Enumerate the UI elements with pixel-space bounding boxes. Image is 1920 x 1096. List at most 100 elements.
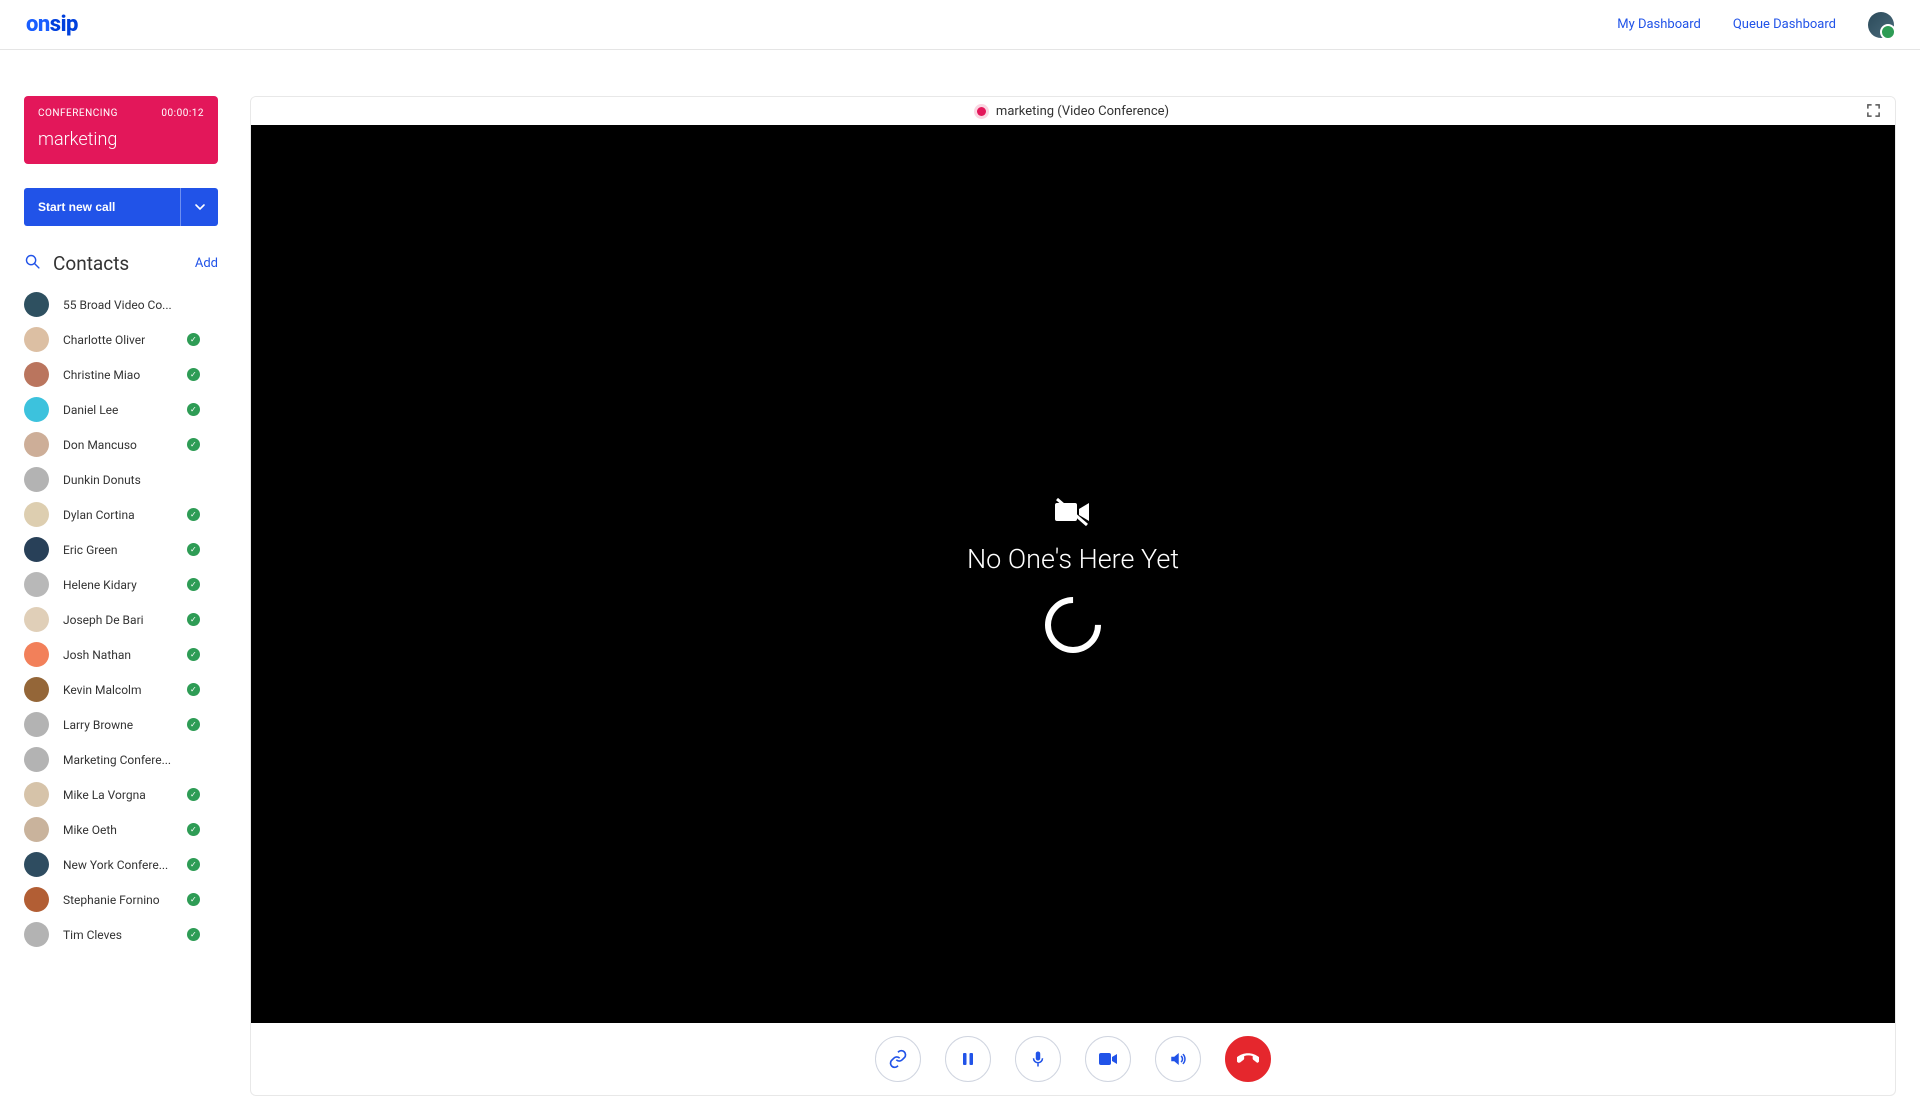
- camera-icon: [1098, 1052, 1118, 1066]
- start-new-call-dropdown[interactable]: [180, 188, 218, 226]
- add-contact-link[interactable]: Add: [195, 256, 218, 271]
- contact-name: Mike Oeth: [63, 823, 173, 837]
- conference-label: CONFERENCING: [38, 108, 118, 119]
- contact-name: Eric Green: [63, 543, 173, 557]
- contact-name: New York Confere...: [63, 858, 173, 872]
- video-title: marketing (Video Conference): [996, 104, 1169, 119]
- contact-item[interactable]: Dunkin Donuts: [24, 466, 218, 493]
- online-status-icon: [187, 543, 200, 556]
- contact-item[interactable]: New York Confere...: [24, 851, 218, 878]
- recording-indicator-icon: [977, 107, 986, 116]
- speaker-icon: [1168, 1050, 1188, 1068]
- contact-item[interactable]: Don Mancuso: [24, 431, 218, 458]
- contact-avatar: [24, 607, 49, 632]
- speaker-button[interactable]: [1155, 1036, 1201, 1082]
- contact-name: Daniel Lee: [63, 403, 173, 417]
- content: marketing (Video Conference) No One's He…: [242, 50, 1920, 1080]
- contact-item[interactable]: Christine Miao: [24, 361, 218, 388]
- camera-off-icon: [1053, 495, 1093, 533]
- logo-part-sip: sip: [50, 12, 78, 37]
- online-status-icon: [187, 438, 200, 451]
- contact-item[interactable]: Daniel Lee: [24, 396, 218, 423]
- hangup-icon: [1237, 1048, 1259, 1070]
- copy-link-button[interactable]: [875, 1036, 921, 1082]
- contact-avatar: [24, 887, 49, 912]
- contact-name: Dylan Cortina: [63, 508, 173, 522]
- contact-item[interactable]: Marketing Confere...: [24, 746, 218, 773]
- start-new-call-button[interactable]: Start new call: [24, 188, 180, 226]
- main: CONFERENCING 00:00:12 marketing Start ne…: [0, 50, 1920, 1080]
- pause-button[interactable]: [945, 1036, 991, 1082]
- contacts-title: Contacts: [53, 252, 129, 275]
- contact-item[interactable]: Dylan Cortina: [24, 501, 218, 528]
- online-status-icon: [187, 893, 200, 906]
- contact-avatar: [24, 852, 49, 877]
- camera-button[interactable]: [1085, 1036, 1131, 1082]
- contact-item[interactable]: Mike Oeth: [24, 816, 218, 843]
- contact-avatar: [24, 537, 49, 562]
- nav-my-dashboard[interactable]: My Dashboard: [1617, 17, 1701, 32]
- user-avatar[interactable]: [1868, 12, 1894, 38]
- call-controls: [251, 1023, 1895, 1095]
- contact-item[interactable]: 55 Broad Video Co...: [24, 291, 218, 318]
- contact-avatar: [24, 572, 49, 597]
- contact-item[interactable]: Charlotte Oliver: [24, 326, 218, 353]
- fullscreen-icon: [1866, 103, 1881, 118]
- video-panel: marketing (Video Conference) No One's He…: [250, 96, 1896, 1096]
- online-status-icon: [187, 718, 200, 731]
- contact-name: Mike La Vorgna: [63, 788, 173, 802]
- conference-timer: 00:00:12: [161, 108, 204, 119]
- contact-item[interactable]: Josh Nathan: [24, 641, 218, 668]
- online-status-icon: [187, 648, 200, 661]
- link-icon: [888, 1049, 908, 1069]
- contact-name: Marketing Confere...: [63, 753, 173, 767]
- microphone-button[interactable]: [1015, 1036, 1061, 1082]
- contact-avatar: [24, 782, 49, 807]
- contact-name: Helene Kidary: [63, 578, 173, 592]
- online-status-icon: [187, 333, 200, 346]
- fullscreen-button[interactable]: [1866, 103, 1881, 122]
- app-header: onsip My Dashboard Queue Dashboard: [0, 0, 1920, 50]
- contact-item[interactable]: Joseph De Bari: [24, 606, 218, 633]
- online-status-icon: [187, 403, 200, 416]
- contacts-header-left: Contacts: [24, 252, 129, 275]
- online-status-icon: [187, 683, 200, 696]
- contact-avatar: [24, 432, 49, 457]
- hangup-button[interactable]: [1225, 1036, 1271, 1082]
- nav-queue-dashboard[interactable]: Queue Dashboard: [1733, 17, 1836, 32]
- contact-item[interactable]: Mike La Vorgna: [24, 781, 218, 808]
- conference-meta: CONFERENCING 00:00:12: [38, 108, 204, 119]
- contact-avatar: [24, 467, 49, 492]
- header-right: My Dashboard Queue Dashboard: [1617, 12, 1894, 38]
- search-icon[interactable]: [24, 253, 41, 274]
- sidebar: CONFERENCING 00:00:12 marketing Start ne…: [0, 50, 242, 1080]
- online-status-icon: [187, 858, 200, 871]
- contact-avatar: [24, 292, 49, 317]
- online-status-icon: [187, 508, 200, 521]
- online-status-icon: [187, 788, 200, 801]
- contact-name: Don Mancuso: [63, 438, 173, 452]
- contact-item[interactable]: Helene Kidary: [24, 571, 218, 598]
- contact-item[interactable]: Kevin Malcolm: [24, 676, 218, 703]
- contact-name: Stephanie Fornino: [63, 893, 173, 907]
- loading-spinner-icon: [1033, 585, 1112, 664]
- contact-name: Joseph De Bari: [63, 613, 173, 627]
- contact-item[interactable]: Larry Browne: [24, 711, 218, 738]
- online-status-icon: [187, 823, 200, 836]
- contact-name: Josh Nathan: [63, 648, 173, 662]
- microphone-icon: [1029, 1050, 1047, 1068]
- logo-part-on: on: [26, 12, 50, 37]
- video-stage: No One's Here Yet: [251, 125, 1895, 1023]
- contact-avatar: [24, 747, 49, 772]
- contact-name: Christine Miao: [63, 368, 173, 382]
- pause-icon: [960, 1051, 976, 1067]
- contact-item[interactable]: Tim Cleves: [24, 921, 218, 948]
- contact-item[interactable]: Eric Green: [24, 536, 218, 563]
- contact-item[interactable]: Stephanie Fornino: [24, 886, 218, 913]
- logo: onsip: [26, 12, 78, 37]
- active-conference-card[interactable]: CONFERENCING 00:00:12 marketing: [24, 96, 218, 164]
- online-status-icon: [187, 578, 200, 591]
- online-status-icon: [187, 928, 200, 941]
- empty-stage-message: No One's Here Yet: [967, 543, 1179, 575]
- contact-avatar: [24, 677, 49, 702]
